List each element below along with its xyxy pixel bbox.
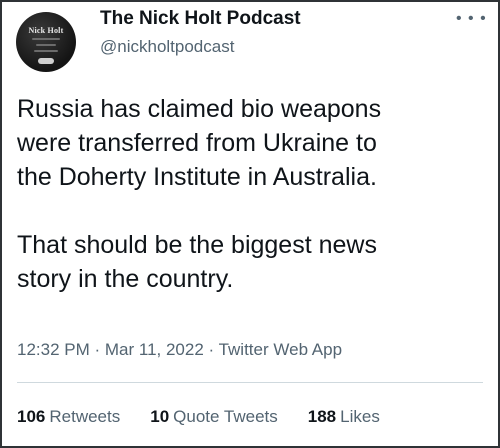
retweets-count: 106 [17, 407, 46, 426]
tweet-header: Nick Holt The Nick Holt Podcast @nickhol… [2, 2, 500, 82]
avatar-text: Nick Holt [28, 26, 64, 35]
avatar-decoration [36, 44, 56, 46]
tweet-paragraph: That should be the biggest news story in… [17, 231, 377, 293]
tweet-card: Nick Holt The Nick Holt Podcast @nickhol… [0, 0, 500, 448]
likes-stat[interactable]: 188 Likes [308, 407, 380, 427]
avatar-decoration [32, 38, 60, 40]
quote-tweets-label: Quote Tweets [173, 407, 278, 426]
avatar-decoration [34, 50, 58, 52]
tweet-meta[interactable]: 12:32 PM · Mar 11, 2022 · Twitter Web Ap… [17, 340, 342, 360]
tweet-stats: 106 Retweets 10 Quote Tweets 188 Likes [17, 407, 380, 427]
avatar-badge [38, 58, 54, 64]
avatar[interactable]: Nick Holt [16, 12, 76, 72]
more-horizontal-icon[interactable]: • • • [456, 11, 487, 27]
user-handle[interactable]: @nickholtpodcast [100, 37, 234, 57]
retweets-stat[interactable]: 106 Retweets [17, 407, 120, 427]
likes-label: Likes [340, 407, 380, 426]
tweet-paragraph: Russia has claimed bio weapons were tran… [17, 95, 382, 191]
likes-count: 188 [307, 407, 337, 426]
retweets-label: Retweets [49, 407, 121, 426]
divider [17, 382, 483, 383]
quote-tweets-count: 10 [150, 407, 170, 426]
tweet-text: Russia has claimed bio weapons were tran… [17, 92, 487, 296]
display-name[interactable]: The Nick Holt Podcast [100, 8, 301, 30]
quote-tweets-stat[interactable]: 10 Quote Tweets [150, 407, 278, 427]
